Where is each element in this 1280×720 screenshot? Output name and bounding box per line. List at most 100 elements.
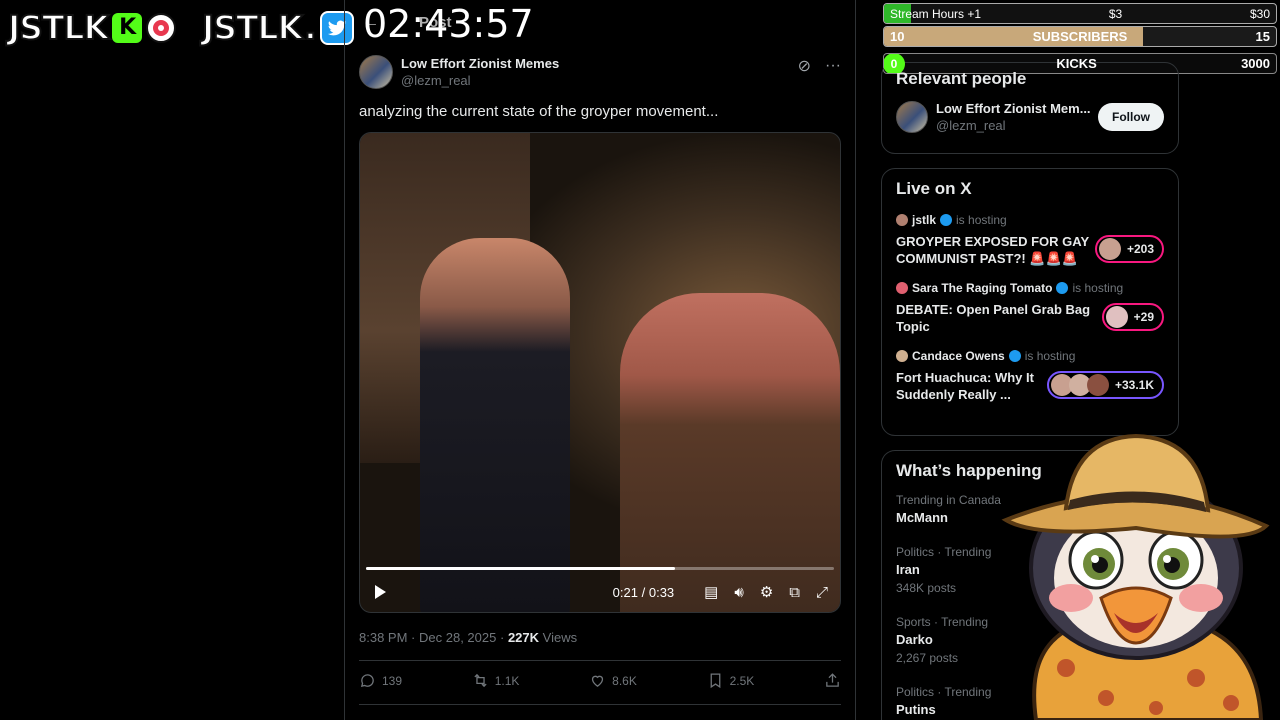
- meta-dot: ·: [499, 630, 505, 645]
- host-name: Sara The Raging Tomato: [912, 281, 1053, 295]
- video-player[interactable]: 0:21 / 0:33 ▤ 🔊︎ ⚙︎ ⧉ ⤢: [359, 132, 841, 613]
- person-name[interactable]: Low Effort Zionist Mem...: [936, 101, 1091, 116]
- like-button[interactable]: 8.6K: [589, 672, 637, 689]
- live-item[interactable]: Sara The Raging Tomato is hosting DEBATE:…: [896, 281, 1164, 335]
- listener-count: +203: [1126, 242, 1154, 256]
- verified-badge-icon: [1056, 282, 1069, 294]
- tweet-meta: 8:38 PM · Dec 28, 2025 · 227K Views: [359, 630, 577, 645]
- live-item[interactable]: Candace Owens is hosting Fort Huachuca: W…: [896, 349, 1164, 403]
- tweet-text: analyzing the current state of the groyp…: [359, 103, 719, 120]
- hosting-label: is hosting: [956, 213, 1007, 227]
- goal-mid: $3: [1108, 6, 1123, 21]
- heart-icon: [592, 675, 604, 687]
- live-on-x-title: Live on X: [896, 179, 972, 198]
- reply-button[interactable]: 139: [359, 672, 402, 689]
- video-controls: 0:21 / 0:33 ▤ 🔊︎ ⚙︎ ⧉ ⤢: [360, 572, 840, 612]
- goal-current: 10: [890, 29, 905, 44]
- stream-timer: 02:43:57: [363, 2, 534, 46]
- listener-avatar: [1105, 306, 1128, 328]
- host-avatar: [896, 214, 908, 226]
- repost-icon: [474, 673, 487, 688]
- author-handle[interactable]: @lezm_real: [401, 73, 559, 88]
- play-icon[interactable]: [372, 584, 388, 600]
- listener-count: +29: [1133, 310, 1154, 324]
- author-display-name[interactable]: Low Effort Zionist Memes: [401, 56, 559, 71]
- live-title: GROYPER EXPOSED FOR GAY COMMUNIST PAST?!…: [896, 234, 1089, 266]
- goal-target: 3000: [1241, 56, 1270, 71]
- bookmark-count: 2.5K: [729, 673, 755, 688]
- goal-target: $30: [1249, 6, 1270, 21]
- goal-label: Stream Hours +1: [890, 6, 982, 21]
- tweet-date[interactable]: Dec 28, 2025: [419, 630, 496, 645]
- author-avatar[interactable]: [359, 55, 393, 89]
- record-icon: [146, 12, 177, 43]
- relevant-person[interactable]: Low Effort Zionist Mem... @lezm_real Fol…: [896, 101, 1164, 133]
- fullscreen-icon[interactable]: ⤢: [816, 584, 828, 601]
- listener-pill: +33.1K: [1046, 371, 1164, 399]
- video-progress-bar[interactable]: [366, 567, 834, 570]
- divider: [359, 660, 841, 661]
- relevant-people-card: Relevant people Low Effort Zionist Mem..…: [881, 62, 1179, 154]
- video-duration: 0:33: [648, 584, 675, 600]
- listener-pill: +203: [1094, 235, 1164, 263]
- goal-stream-hours: Stream Hours +1 $3 $30: [883, 3, 1277, 24]
- captions-icon[interactable]: ▤: [704, 583, 718, 601]
- channel-logo-kick: JSTLK K: [7, 7, 177, 48]
- meta-dot: ·: [411, 630, 416, 645]
- more-icon[interactable]: ···: [825, 57, 841, 75]
- bookmark-icon: [710, 673, 720, 689]
- grok-icon[interactable]: ⊘: [798, 56, 811, 76]
- tweet-header: Low Effort Zionist Memes @lezm_real: [359, 55, 559, 89]
- goal-kicks: 0 KICKS 3000: [883, 53, 1277, 74]
- follow-button[interactable]: Follow: [1098, 103, 1164, 131]
- repost-count: 1.1K: [494, 673, 520, 688]
- repost-button[interactable]: 1.1K: [472, 672, 520, 689]
- goal-target: 15: [1255, 29, 1270, 44]
- like-count: 8.6K: [612, 673, 637, 688]
- tweet-time[interactable]: 8:38 PM: [359, 630, 407, 645]
- hosting-label: is hosting: [1024, 349, 1076, 363]
- bookmark-button[interactable]: 2.5K: [707, 672, 755, 689]
- goal-current: 0: [884, 54, 905, 73]
- streamer-mascot-penguin: [1001, 433, 1270, 720]
- goal-label: KICKS: [1056, 56, 1097, 71]
- video-progress-fill: [366, 567, 675, 570]
- goal-label: SUBSCRIBERS: [1032, 29, 1128, 44]
- verified-badge-icon: [1008, 350, 1021, 362]
- video-current-time: 0:21: [612, 584, 638, 600]
- volume-icon[interactable]: 🔊︎: [734, 584, 743, 601]
- settings-gear-icon[interactable]: ⚙︎: [760, 583, 773, 601]
- stream-goals: Stream Hours +1 $3 $30 10 SUBSCRIBERS 15 0 K…: [883, 0, 1280, 80]
- host-avatar: [896, 282, 908, 294]
- goal-subscribers: 10 SUBSCRIBERS 15: [883, 26, 1277, 47]
- listener-avatar: [1086, 374, 1109, 396]
- live-on-x-card: Live on X jstlk is hosting GROYPER EXPOSE…: [881, 168, 1179, 436]
- video-frame-person: [620, 293, 840, 612]
- listener-pill: +29: [1101, 303, 1164, 331]
- divider: [359, 704, 841, 705]
- kick-icon: K: [112, 12, 143, 43]
- brand-dot: .: [303, 7, 317, 48]
- host-name: jstlk: [912, 213, 937, 227]
- verified-badge-icon: [940, 214, 953, 226]
- reply-count: 139: [382, 673, 403, 688]
- tweet-actions: 139 1.1K 8.6K 2.5K: [359, 672, 841, 689]
- hosting-label: is hosting: [1072, 281, 1124, 295]
- host-avatar: [896, 350, 908, 362]
- relevant-people-title: Relevant people: [896, 69, 1027, 88]
- channel-logo-x: JSTLK.: [201, 7, 354, 48]
- views-label: Views: [542, 630, 578, 645]
- post-column: Low Effort Zionist Memes @lezm_real ⊘ ··…: [344, 0, 856, 720]
- host-name: Candace Owens: [912, 349, 1005, 363]
- share-button[interactable]: [824, 672, 841, 689]
- video-frame-person: [420, 238, 570, 612]
- picture-in-picture-icon[interactable]: ⧉: [789, 584, 800, 601]
- brand-text: JSTLK: [201, 7, 304, 48]
- tweet-header-actions: ⊘ ···: [798, 56, 841, 76]
- listener-avatar: [1098, 238, 1121, 260]
- live-title: DEBATE: Open Panel Grab Bag Topic: [896, 302, 1091, 334]
- listener-count: +33.1K: [1114, 378, 1154, 392]
- person-avatar[interactable]: [896, 101, 928, 133]
- person-handle[interactable]: @lezm_real: [936, 118, 1091, 133]
- live-item[interactable]: jstlk is hosting GROYPER EXPOSED FOR GAY …: [896, 213, 1164, 267]
